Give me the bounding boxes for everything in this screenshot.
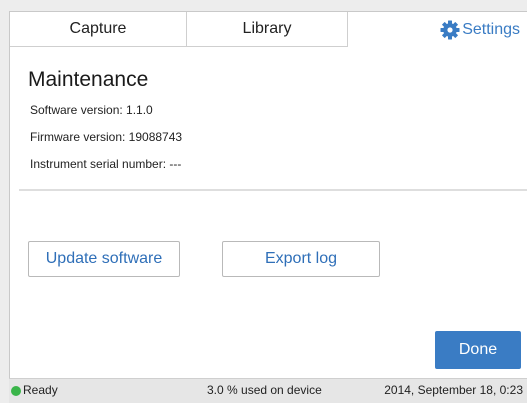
status-ok-icon (11, 386, 21, 396)
tab-bar: Capture Library Settings (10, 12, 527, 47)
tab-settings-label: Settings (462, 20, 520, 38)
main-window: Capture Library Settings Maintenance Sof… (9, 11, 527, 379)
serial-number: Instrument serial number: --- (30, 157, 182, 171)
firmware-version: Firmware version: 19088743 (30, 130, 183, 144)
export-log-label: Export log (264, 250, 338, 267)
software-version: Software version: 1.1.0 (30, 103, 153, 117)
tab-library[interactable]: Library (187, 12, 348, 47)
done-label: Done (458, 341, 498, 358)
tab-capture[interactable]: Capture (10, 12, 187, 47)
page-title: Maintenance (28, 68, 149, 91)
update-software-label: Update software (45, 250, 163, 267)
tab-settings[interactable]: Settings (348, 12, 527, 47)
done-button[interactable]: Done (435, 331, 521, 369)
status-bar: Ready 3.0 % used on device 2014, Septemb… (9, 378, 527, 403)
status-ready: Ready (23, 383, 58, 397)
tab-library-label: Library (242, 20, 292, 37)
storage-usage: 3.0 % used on device (207, 383, 322, 397)
update-software-button[interactable]: Update software (28, 241, 180, 277)
gear-icon (440, 20, 460, 40)
divider (19, 189, 527, 191)
status-datetime: 2014, September 18, 0:23 (384, 383, 523, 397)
tab-capture-label: Capture (69, 20, 127, 37)
export-log-button[interactable]: Export log (222, 241, 380, 277)
